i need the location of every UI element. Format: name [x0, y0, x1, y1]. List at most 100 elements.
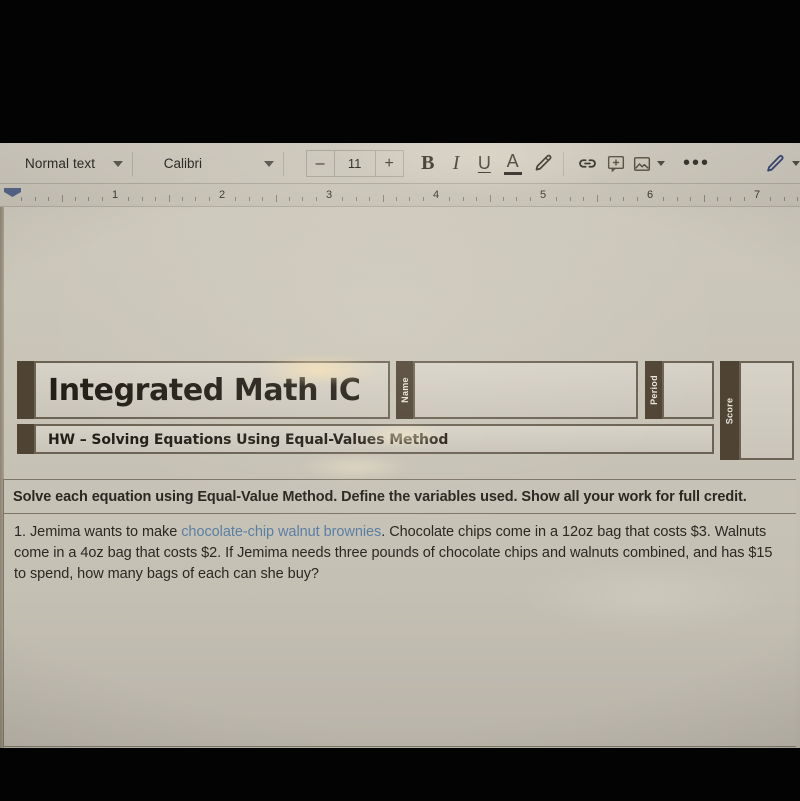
score-label-tab: Score [720, 361, 739, 460]
ruler-tick [369, 197, 371, 201]
paragraph-style-dropdown[interactable]: Normal text [0, 156, 124, 171]
ruler-tick [730, 197, 732, 201]
insert-image-icon[interactable] [632, 154, 652, 174]
period-label-tab: Period [645, 361, 662, 419]
ruler-tick [476, 197, 478, 201]
period-label: Period [648, 375, 659, 405]
ruler-tick [34, 197, 36, 201]
ruler-tick [195, 197, 197, 201]
name-label-tab: Name [396, 361, 413, 419]
ruler-tick [248, 197, 250, 201]
link-icon[interactable] [576, 152, 599, 175]
ruler-tick [409, 197, 411, 201]
toolbar-divider-2 [283, 151, 284, 176]
score-input-cell[interactable] [739, 361, 794, 460]
ruler-tick [529, 197, 531, 201]
ruler-tick [663, 197, 665, 201]
font-family-dropdown[interactable]: Calibri [142, 156, 274, 171]
ruler-tick [770, 197, 772, 201]
document-page[interactable]: Integrated Math IC Name Period Score HW … [0, 207, 800, 748]
ruler-tick [288, 197, 290, 201]
ruler-tick [61, 195, 63, 202]
chevron-down-icon[interactable] [792, 161, 800, 166]
title-accent-bar [17, 361, 34, 419]
ruler-tick [395, 197, 397, 201]
formatting-toolbar: Normal text Calibri – 11 + B I U A ••• [0, 143, 800, 184]
brownies-hyperlink[interactable]: chocolate-chip walnut brownies [181, 524, 381, 540]
ruler-number: 6 [646, 189, 654, 201]
ruler-tick [74, 197, 76, 201]
ruler-tick [101, 197, 103, 201]
screenshot-root: Normal text Calibri – 11 + B I U A ••• 1… [0, 0, 800, 801]
bold-button[interactable]: B [418, 152, 438, 175]
text-color-button[interactable]: A [503, 152, 523, 175]
page-title: Integrated Math IC [48, 373, 361, 408]
letterbox-bottom [0, 748, 800, 801]
ruler-tick [676, 197, 678, 201]
worksheet-body-table: Solve each equation using Equal-Value Me… [3, 479, 796, 747]
ruler-tick [342, 197, 344, 201]
photographed-device-screen: Normal text Calibri – 11 + B I U A ••• 1… [0, 143, 800, 748]
ruler-tick [556, 197, 558, 201]
ruler-tick [48, 197, 50, 201]
increase-font-size-button[interactable]: + [374, 150, 404, 177]
ruler-number: 1 [111, 189, 119, 201]
italic-button[interactable]: I [446, 152, 466, 175]
problem-number: 1. [14, 524, 26, 540]
ruler-tick [449, 197, 451, 201]
score-label: Score [724, 397, 735, 424]
more-options-button[interactable]: ••• [683, 152, 710, 175]
ruler-tick [716, 197, 718, 201]
ruler-tick [462, 197, 464, 201]
worksheet-title-cell: Integrated Math IC [34, 361, 390, 419]
font-size-stepper: – 11 + [305, 150, 404, 177]
text-color-letter-a: A [506, 151, 519, 171]
ruler-tick [609, 197, 611, 201]
highlighter-pen-icon[interactable] [533, 153, 554, 174]
text-color-swatch [503, 172, 522, 175]
period-input-cell[interactable] [662, 361, 714, 419]
ruler-tick [155, 197, 157, 201]
worksheet-header-table: Integrated Math IC Name Period Score HW … [8, 361, 794, 460]
ruler-tick [275, 195, 277, 202]
chevron-down-icon [264, 160, 274, 167]
ruler-tick [583, 197, 585, 201]
ruler-tick [355, 197, 357, 201]
ruler-tick [88, 197, 90, 201]
edit-pencil-icon[interactable] [764, 153, 786, 175]
ruler-tick [783, 197, 785, 201]
worksheet-subtitle-cell: HW – Solving Equations Using Equal-Value… [34, 424, 714, 454]
underline-button[interactable]: U [474, 153, 494, 174]
letterbox-top [0, 0, 800, 143]
ruler-tick [623, 197, 625, 201]
toolbar-divider-3 [562, 151, 564, 176]
ruler-tick [235, 197, 237, 201]
left-indent-marker[interactable] [4, 188, 21, 197]
ruler-tick [208, 197, 210, 201]
assignment-subtitle: HW – Solving Equations Using Equal-Value… [48, 432, 449, 448]
ruler-number: 2 [218, 189, 226, 201]
ruler-tick [596, 195, 598, 202]
ruler-tick [21, 197, 23, 201]
paragraph-style-label: Normal text [25, 156, 96, 171]
name-input-cell[interactable] [413, 361, 638, 419]
decrease-font-size-button[interactable]: – [305, 150, 335, 177]
ruler-number: 4 [432, 189, 440, 201]
ruler-tick [636, 197, 638, 201]
instructions-row: Solve each equation using Equal-Value Me… [4, 480, 796, 514]
problem-text-before-link: Jemima wants to make [26, 524, 182, 540]
ruler-tick [569, 197, 571, 201]
ruler-number: 3 [325, 189, 333, 201]
document-ruler[interactable]: 1 2 3 4 5 6 7 [0, 184, 800, 207]
problem-row[interactable]: 1. Jemima wants to make chocolate-chip w… [4, 514, 796, 747]
ruler-tick [302, 197, 304, 201]
ruler-tick [168, 195, 170, 202]
font-size-value[interactable]: 11 [334, 150, 375, 177]
name-label: Name [399, 377, 410, 403]
ruler-tick [128, 197, 130, 201]
chevron-down-icon[interactable] [657, 161, 665, 166]
ruler-number: 5 [539, 189, 547, 201]
toolbar-divider-1 [132, 151, 133, 176]
add-comment-icon[interactable] [605, 154, 625, 174]
instructions-text: Solve each equation using Equal-Value Me… [13, 489, 747, 505]
